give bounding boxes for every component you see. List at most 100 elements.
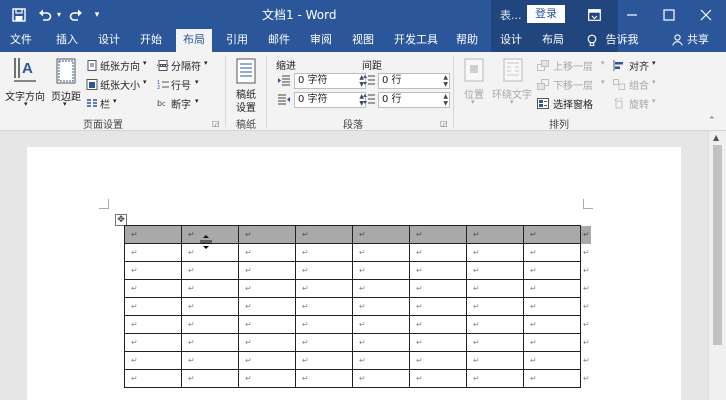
table-cell[interactable]: ↵ xyxy=(523,333,581,352)
share-button[interactable]: 共享 xyxy=(685,29,711,52)
tab-review[interactable]: 审阅 xyxy=(304,29,338,52)
table-cell[interactable]: ↵ xyxy=(124,315,182,334)
table-cell[interactable]: ↵ xyxy=(352,315,410,334)
lightbulb-icon[interactable] xyxy=(585,29,599,52)
undo-dropdown-icon[interactable]: ▾ xyxy=(54,0,64,29)
table-cell[interactable]: ↵ xyxy=(238,333,296,352)
table-cell[interactable]: ↵ xyxy=(409,243,467,262)
table-cell[interactable]: ↵ xyxy=(124,279,182,298)
table-cell[interactable]: ↵ xyxy=(523,369,581,388)
table-cell[interactable]: ↵ xyxy=(352,261,410,280)
table-cell[interactable]: ↵ xyxy=(409,333,467,352)
table-cell[interactable]: ↵ xyxy=(352,351,410,370)
save-icon[interactable] xyxy=(8,0,30,29)
table-cell[interactable]: ↵ xyxy=(523,351,581,370)
table-cell[interactable]: ↵ xyxy=(238,261,296,280)
table-cell[interactable]: ↵ xyxy=(181,297,239,316)
table-cell[interactable]: ↵ xyxy=(238,297,296,316)
table-cell[interactable]: ↵ xyxy=(181,351,239,370)
table-cell[interactable]: ↵ xyxy=(352,369,410,388)
table-cell[interactable]: ↵ xyxy=(352,333,410,352)
document-page[interactable]: ✥ ↵ ↵ ↵ ↵ ↵ ↵ ↵ ↵ ↵ ↵ ↵ ↵ ↵ ↵ ↵ ↵ ↵ ↵ ↵ ↵ ↵ ↵ ↵ ↵ ↵ ↵ ↵ ↵ ↵ ↵ ↵ ↵ ↵ ↵ ↵ ↵ ↵ ↵… xyxy=(27,147,681,400)
table-cell[interactable]: ↵ xyxy=(523,297,581,316)
table-cell[interactable]: ↵ xyxy=(523,279,581,298)
table-cell[interactable]: ↵ xyxy=(466,315,524,334)
tab-help[interactable]: 帮助 xyxy=(450,29,484,52)
tab-mailings[interactable]: 邮件 xyxy=(262,29,296,52)
table-row[interactable]: ↵ ↵ ↵ ↵ ↵ ↵ ↵ ↵ ↵ xyxy=(124,333,591,352)
table-cell[interactable]: ↵ xyxy=(238,315,296,334)
scrollbar-thumb[interactable] xyxy=(713,145,722,345)
table-cell[interactable]: ↵ xyxy=(466,297,524,316)
table-row[interactable]: ↵ ↵ ↵ ↵ ↵ ↵ ↵ ↵ ↵ xyxy=(124,369,591,388)
table-cell[interactable]: ↵ xyxy=(352,243,410,262)
table-cell[interactable]: ↵ xyxy=(124,261,182,280)
table-row[interactable]: ↵ ↵ ↵ ↵ ↵ ↵ ↵ ↵ ↵ xyxy=(124,315,591,334)
undo-icon[interactable] xyxy=(34,0,56,29)
table-cell[interactable]: ↵ xyxy=(124,225,182,244)
maximize-icon[interactable] xyxy=(651,0,687,29)
table-cell[interactable]: ↵ xyxy=(295,225,353,244)
paragraph-launcher-icon[interactable]: ◲ xyxy=(440,119,448,128)
collapse-ribbon-icon[interactable]: ⌃ xyxy=(708,116,716,126)
tab-design[interactable]: 设计 xyxy=(92,29,126,52)
space-before-spinner-icon[interactable]: ▲ ▼ xyxy=(443,74,448,88)
table-cell[interactable]: ↵ xyxy=(181,369,239,388)
table-cell[interactable]: ↵ xyxy=(295,315,353,334)
table-cell[interactable]: ↵ xyxy=(181,333,239,352)
table-cell[interactable]: ↵ xyxy=(409,315,467,334)
table-cell[interactable]: ↵ xyxy=(124,351,182,370)
table-row[interactable]: ↵ ↵ ↵ ↵ ↵ ↵ ↵ ↵ ↵ xyxy=(124,297,591,316)
page-setup-launcher-icon[interactable]: ◲ xyxy=(212,119,220,128)
tab-table-design[interactable]: 设计 xyxy=(494,29,528,52)
scroll-up-icon[interactable]: ▲ xyxy=(713,133,719,142)
document-table[interactable]: ↵ ↵ ↵ ↵ ↵ ↵ ↵ ↵ ↵ ↵ ↵ ↵ ↵ ↵ ↵ ↵ ↵ ↵ ↵ ↵ ↵ ↵ ↵ ↵ ↵ ↵ ↵ ↵ ↵ ↵ ↵ ↵ ↵ ↵ ↵ ↵ ↵ ↵ ↵ ↵… xyxy=(124,225,591,388)
table-cell[interactable]: ↵ xyxy=(409,279,467,298)
table-cell[interactable]: ↵ xyxy=(466,333,524,352)
table-cell[interactable]: ↵ xyxy=(466,369,524,388)
ribbon-display-icon[interactable] xyxy=(576,0,612,29)
space-after-input[interactable]: 0 行 ▲ ▼ xyxy=(378,92,450,108)
table-cell[interactable]: ↵ xyxy=(295,351,353,370)
table-cell[interactable]: ↵ xyxy=(238,243,296,262)
redo-icon[interactable] xyxy=(66,0,86,29)
space-before-input[interactable]: 0 行 ▲ ▼ xyxy=(378,73,450,89)
table-cell[interactable]: ↵ xyxy=(466,261,524,280)
table-row[interactable]: ↵ ↵ ↵ ↵ ↵ ↵ ↵ ↵ ↵ xyxy=(124,225,591,244)
table-cell[interactable]: ↵ xyxy=(124,369,182,388)
table-row[interactable]: ↵ ↵ ↵ ↵ ↵ ↵ ↵ ↵ ↵ xyxy=(124,279,591,298)
tab-table-layout[interactable]: 布局 xyxy=(536,29,570,52)
table-cell[interactable]: ↵ xyxy=(181,315,239,334)
tab-developer[interactable]: 开发工具 xyxy=(388,29,444,52)
table-cell[interactable]: ↵ xyxy=(181,279,239,298)
table-cell[interactable]: ↵ xyxy=(523,225,581,244)
table-cell[interactable]: ↵ xyxy=(295,369,353,388)
table-cell[interactable]: ↵ xyxy=(523,243,581,262)
table-cell[interactable]: ↵ xyxy=(124,243,182,262)
table-row[interactable]: ↵ ↵ ↵ ↵ ↵ ↵ ↵ ↵ ↵ xyxy=(124,243,591,262)
table-cell[interactable]: ↵ xyxy=(238,225,296,244)
table-cell[interactable]: ↵ xyxy=(295,333,353,352)
table-cell[interactable]: ↵ xyxy=(181,261,239,280)
table-cell[interactable]: ↵ xyxy=(352,297,410,316)
table-row[interactable]: ↵ ↵ ↵ ↵ ↵ ↵ ↵ ↵ ↵ xyxy=(124,261,591,280)
table-cell[interactable]: ↵ xyxy=(466,225,524,244)
share-person-icon[interactable] xyxy=(670,29,684,52)
table-cell[interactable]: ↵ xyxy=(295,243,353,262)
table-cell[interactable]: ↵ xyxy=(352,279,410,298)
tab-file[interactable]: 文件 xyxy=(4,29,38,52)
table-cell[interactable]: ↵ xyxy=(409,369,467,388)
table-cell[interactable]: ↵ xyxy=(238,279,296,298)
table-cell[interactable]: ↵ xyxy=(523,315,581,334)
table-cell[interactable]: ↵ xyxy=(466,351,524,370)
table-cell[interactable]: ↵ xyxy=(409,261,467,280)
tab-layout[interactable]: 布局 xyxy=(176,29,212,52)
table-cell[interactable]: ↵ xyxy=(124,297,182,316)
table-cell[interactable]: ↵ xyxy=(409,297,467,316)
table-cell[interactable]: ↵ xyxy=(238,369,296,388)
indent-right-input[interactable]: 0 字符 ▲ ▼ xyxy=(294,92,366,108)
table-cell[interactable]: ↵ xyxy=(124,333,182,352)
tab-references[interactable]: 引用 xyxy=(220,29,254,52)
table-cell[interactable]: ↵ xyxy=(409,351,467,370)
space-after-spinner-icon[interactable]: ▲ ▼ xyxy=(443,93,448,107)
